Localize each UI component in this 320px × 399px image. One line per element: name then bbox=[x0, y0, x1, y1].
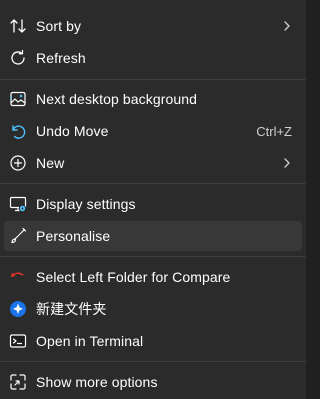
menu-item-next-desktop-background[interactable]: Next desktop background bbox=[4, 84, 302, 114]
menu-item-label: Display settings bbox=[36, 196, 136, 212]
menu-item-new-folder[interactable]: 新建文件夹 bbox=[4, 294, 302, 324]
menu-item-refresh[interactable]: Refresh bbox=[4, 43, 302, 73]
compare-icon bbox=[8, 267, 28, 287]
menu-item-personalise[interactable]: Personalise bbox=[4, 221, 302, 251]
menu-item-sort-by[interactable]: Sort by bbox=[4, 11, 302, 41]
brush-icon bbox=[8, 226, 28, 246]
menu-item-label: Personalise bbox=[36, 228, 111, 244]
menu-item-show-more-options[interactable]: Show more options bbox=[4, 367, 302, 397]
context-menu: Sort by Refresh Next desktop background bbox=[0, 0, 306, 399]
separator bbox=[0, 183, 306, 184]
separator bbox=[0, 79, 306, 80]
menu-item-label: Show more options bbox=[36, 374, 158, 390]
menu-item-open-in-terminal[interactable]: Open in Terminal bbox=[4, 326, 302, 356]
menu-item-label: New bbox=[36, 155, 65, 171]
shortcut-label: Ctrl+Z bbox=[256, 123, 292, 139]
plus-circle-icon bbox=[8, 153, 28, 173]
menu-item-label: Sort by bbox=[36, 18, 82, 34]
chevron-right-icon bbox=[284, 21, 290, 31]
menu-item-select-left-folder-for-compare[interactable]: Select Left Folder for Compare bbox=[4, 262, 302, 292]
menu-item-display-settings[interactable]: Display settings bbox=[4, 189, 302, 219]
menu-item-label: 新建文件夹 bbox=[36, 301, 107, 317]
menu-item-new[interactable]: New bbox=[4, 148, 302, 178]
display-settings-icon bbox=[8, 194, 28, 214]
menu-item-label: Select Left Folder for Compare bbox=[36, 269, 231, 285]
terminal-icon bbox=[8, 331, 28, 351]
undo-icon bbox=[8, 121, 28, 141]
chevron-right-icon bbox=[284, 158, 290, 168]
menu-item-label: Open in Terminal bbox=[36, 333, 144, 349]
desktop-background-icon bbox=[8, 89, 28, 109]
menu-item-label: Next desktop background bbox=[36, 91, 198, 107]
separator bbox=[0, 256, 306, 257]
sort-icon bbox=[8, 16, 28, 36]
menu-item-label: Refresh bbox=[36, 50, 86, 66]
separator bbox=[0, 361, 306, 362]
refresh-icon bbox=[8, 48, 28, 68]
menu-item-label: Undo Move bbox=[36, 123, 109, 139]
new-folder-app-icon bbox=[8, 299, 28, 319]
menu-item-undo-move[interactable]: Undo Move Ctrl+Z bbox=[4, 116, 302, 146]
show-more-options-icon bbox=[8, 372, 28, 392]
